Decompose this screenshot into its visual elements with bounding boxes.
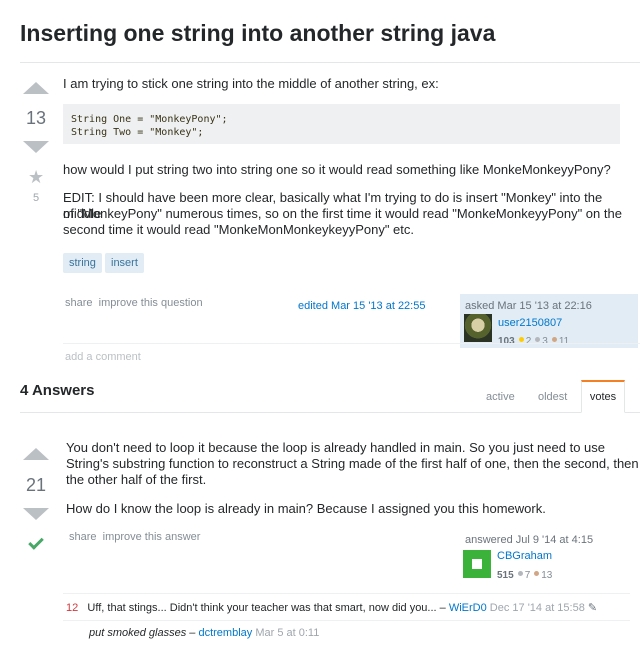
asked-time: asked Mar 15 '13 at 22:16: [465, 300, 592, 312]
gold-badge-icon: [518, 336, 524, 342]
divider: [63, 593, 630, 594]
answer-paragraph: How do I know the loop is already in mai…: [66, 501, 546, 516]
user-link[interactable]: CBGraham: [497, 550, 552, 562]
question-menu-links[interactable]: share improve this question: [65, 297, 203, 309]
avatar[interactable]: [464, 314, 492, 342]
question-paragraph: how would I put string two into string o…: [63, 162, 611, 177]
answer-paragraph: String's substring function to reconstru…: [66, 456, 639, 471]
answers-count: 4 Answers: [20, 382, 95, 399]
divider: [20, 412, 640, 413]
edited-link[interactable]: edited Mar 15 '13 at 22:55: [298, 300, 425, 312]
reputation: 515: [497, 570, 514, 581]
tab-votes[interactable]: votes: [581, 380, 625, 413]
answered-time: answered Jul 9 '14 at 4:15: [465, 534, 594, 546]
answer-menu-links[interactable]: share improve this answer: [69, 531, 200, 543]
favorite-star-icon[interactable]: ★: [28, 167, 44, 188]
question-title[interactable]: Inserting one string into another string…: [20, 20, 495, 47]
bronze-badge-icon: [551, 336, 557, 342]
code-block: String One = "MonkeyPony"; String Two = "…: [63, 104, 620, 144]
answer-paragraph: You don't need to loop it because the lo…: [66, 440, 605, 455]
question-paragraph: of "MonkeyPony" numerous times, so on th…: [63, 206, 622, 221]
divider: [20, 62, 640, 63]
add-comment-link[interactable]: add a comment: [65, 351, 141, 363]
silver-count: 7: [524, 570, 531, 581]
downvote-icon[interactable]: [23, 508, 49, 520]
tab-oldest[interactable]: oldest: [538, 391, 567, 403]
downvote-icon[interactable]: [23, 141, 49, 153]
question-paragraph: second time it would read "MonkeMonMonke…: [63, 222, 415, 237]
tab-active[interactable]: active: [486, 391, 515, 403]
comment: 12 Uff, that stings... Didn't think your…: [66, 601, 597, 614]
answer-vote-count: 21: [25, 475, 47, 495]
tag-insert[interactable]: insert: [105, 253, 144, 273]
answer-paragraph: the other half of the first.: [66, 472, 207, 487]
comment-user-link[interactable]: WiErD0: [449, 602, 487, 614]
user-stats: 103 2 3 11: [498, 331, 569, 349]
comment-user-link[interactable]: dctremblay: [198, 627, 252, 639]
reputation: 103: [498, 336, 515, 347]
comment-date: Mar 5 at 0:11: [255, 627, 320, 639]
avatar[interactable]: [463, 550, 491, 578]
tag-string[interactable]: string: [63, 253, 102, 273]
comment-text: put smoked glasses –: [89, 627, 196, 639]
favorite-count: 5: [32, 192, 40, 204]
divider: [63, 620, 630, 621]
comment: put smoked glasses – dctremblay Mar 5 at…: [89, 627, 319, 639]
upvote-icon[interactable]: [23, 448, 49, 460]
silver-count: 3: [542, 336, 548, 347]
comment-score: 12: [66, 602, 79, 614]
comment-date: Dec 17 '14 at 15:58: [489, 602, 585, 614]
bronze-count: 11: [558, 336, 570, 347]
user-stats: 515 7 13: [497, 565, 552, 583]
silver-badge-icon: [517, 570, 523, 576]
pencil-icon[interactable]: ✎: [588, 602, 597, 614]
comment-text: Uff, that stings... Didn't think your te…: [87, 602, 446, 614]
upvote-icon[interactable]: [23, 82, 49, 94]
bronze-badge-icon: [534, 570, 540, 576]
question-paragraph: I am trying to stick one string into the…: [63, 76, 439, 91]
bronze-count: 13: [541, 570, 553, 581]
silver-badge-icon: [535, 336, 541, 342]
gold-count: 2: [525, 336, 532, 347]
accepted-check-icon: [28, 534, 44, 550]
user-link[interactable]: user2150807: [498, 317, 562, 329]
code-line: String One = "MonkeyPony";: [71, 114, 228, 125]
code-line: String Two = "Monkey";: [71, 127, 204, 138]
question-vote-count: 13: [25, 108, 47, 128]
divider: [63, 343, 640, 344]
